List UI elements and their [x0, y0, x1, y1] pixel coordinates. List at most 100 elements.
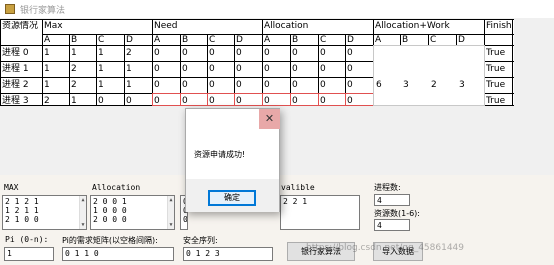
highlight-cell: [152, 93, 181, 106]
textarea-line: 0: [183, 215, 188, 224]
sub-header: D: [236, 35, 243, 45]
resource-count-input[interactable]: 4: [374, 219, 410, 231]
sub-header: B: [292, 35, 299, 45]
sub-header: C: [98, 35, 105, 45]
available-label: valible: [281, 183, 315, 192]
max-cell: 1: [98, 48, 104, 58]
sub-header: B: [71, 35, 78, 45]
app-icon: [5, 4, 15, 14]
textarea-line: 2 0 0 0: [93, 215, 127, 224]
need-cell: 0: [154, 64, 160, 74]
grid-hline: [42, 34, 514, 35]
resource-count-label: 资源数(1-6):: [374, 209, 421, 218]
need-cell: 0: [236, 80, 242, 90]
dialog-ok-button[interactable]: 确定: [208, 190, 256, 206]
pi-label: Pi (0-n):: [5, 235, 49, 244]
max-cell: 1: [71, 96, 77, 106]
highlight-cell: [180, 93, 208, 106]
process-count-input[interactable]: 4: [374, 194, 410, 206]
max-cell: 2: [71, 80, 77, 90]
highlight-cell: [262, 93, 291, 106]
request-label: Pi的需求矩阵(以空格间隔):: [62, 236, 158, 245]
resource-table: 资源情况 Max Need Allocation Allocation+Work Fini…: [0, 19, 514, 106]
need-cell: 0: [209, 48, 215, 58]
textarea-line: 2 1 2 1: [5, 197, 39, 206]
allocation-cell: 0: [292, 48, 298, 58]
finish-cell: True: [486, 48, 506, 58]
header-alloc_work: Allocation+Work: [375, 21, 450, 31]
available-textarea[interactable]: 2 2 1: [280, 195, 360, 230]
header-allocation: Allocation: [264, 21, 309, 31]
textarea-line: 1 2 1 1: [5, 206, 39, 215]
need-cell: 0: [182, 48, 188, 58]
allocation-cell: 0: [292, 64, 298, 74]
allocation-cell: 0: [347, 48, 353, 58]
max-cell: 2: [44, 96, 50, 106]
title-bar: 银行家算法: [0, 0, 554, 18]
max-cell: 1: [98, 64, 104, 74]
max-cell: 1: [126, 80, 132, 90]
need-cell: 0: [154, 48, 160, 58]
header-finish: Finish: [486, 21, 512, 31]
max-cell: 1: [44, 48, 50, 58]
max-cell: 1: [98, 80, 104, 90]
process-label: 进程 2: [2, 80, 29, 90]
process-label: 进程 1: [2, 64, 29, 74]
request-input[interactable]: 0 1 1 0: [62, 247, 174, 261]
alloc-work-border: [373, 45, 485, 106]
need-cell: 0: [182, 80, 188, 90]
allocation-textarea[interactable]: 2 0 0 11 0 0 02 0 0 0 ▲ ▼: [90, 195, 175, 230]
watermark: https://blog.csdn.net/qq_45861449: [306, 243, 465, 253]
max-cell: 1: [44, 80, 50, 90]
allocation-scrollbar[interactable]: ▲ ▼: [167, 196, 174, 229]
need-cell: 0: [209, 64, 215, 74]
sub-header: A: [44, 35, 51, 45]
sub-header: A: [154, 35, 161, 45]
max-textarea[interactable]: 2 1 2 11 2 1 12 1 0 0 ▲ ▼: [2, 195, 87, 230]
max-cell: 0: [98, 96, 104, 106]
safe-sequence-label: 安全序列:: [183, 236, 218, 245]
alloc-work-value: 6: [376, 80, 382, 90]
sub-header: B: [182, 35, 189, 45]
textarea-line: 2 2 1: [283, 197, 308, 206]
process-label: 进程 0: [2, 48, 29, 58]
dialog-close-icon[interactable]: ✕: [259, 109, 280, 129]
window-title: 银行家算法: [20, 6, 66, 16]
allocation-cell: 0: [320, 64, 326, 74]
max-cell: 0: [126, 96, 132, 106]
alloc-work-value: 3: [459, 80, 465, 90]
highlight-cell: [290, 93, 319, 106]
sub-header: D: [126, 35, 133, 45]
allocation-cell: 0: [264, 48, 270, 58]
grid-vline: [42, 19, 43, 105]
sub-header: C: [320, 35, 327, 45]
grid-vline: [124, 34, 125, 105]
highlight-cell: [207, 93, 235, 106]
highlight-cell: [318, 93, 346, 106]
max-scrollbar[interactable]: ▲ ▼: [79, 196, 86, 229]
process-count-label: 进程数:: [374, 183, 401, 192]
highlight-cell: [345, 93, 374, 106]
header-max: Max: [44, 21, 63, 31]
header-need: Need: [154, 21, 178, 31]
allocation-cell: 0: [292, 80, 298, 90]
grid-vline: [69, 34, 70, 105]
max-cell: 2: [126, 48, 132, 58]
finish-cell: True: [486, 80, 506, 90]
finish-cell: True: [486, 96, 506, 106]
process-label: 进程 3: [2, 96, 29, 106]
pi-input[interactable]: 1: [4, 247, 54, 261]
dialog-message: 资源申请成功!: [194, 150, 246, 159]
sub-header: A: [264, 35, 271, 45]
grid-vline: [96, 34, 97, 105]
allocation-cell: 0: [347, 64, 353, 74]
need-cell: 0: [209, 80, 215, 90]
max-cell: 1: [71, 48, 77, 58]
allocation-cell: 0: [320, 48, 326, 58]
max-cell: 2: [71, 64, 77, 74]
allocation-cell: 0: [264, 64, 270, 74]
need-cell: 0: [182, 64, 188, 74]
grid-vline: [0, 19, 1, 105]
need-cell: 0: [236, 48, 242, 58]
safe-sequence-output[interactable]: 0 1 2 3: [183, 247, 273, 261]
